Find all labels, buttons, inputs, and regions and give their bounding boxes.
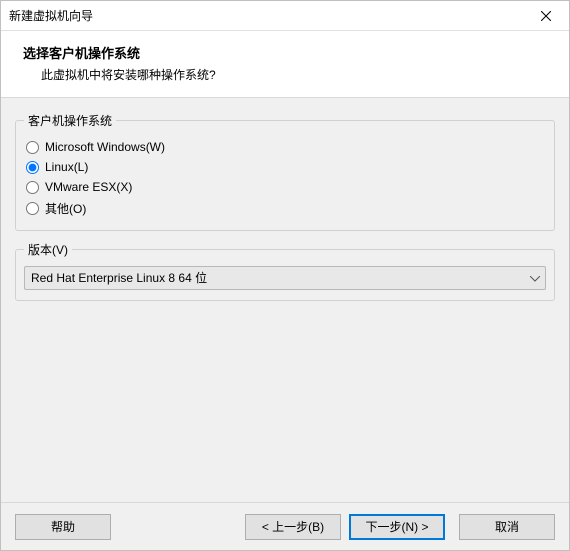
close-button[interactable]: [531, 3, 561, 29]
radio-option-linux[interactable]: Linux(L): [24, 157, 546, 177]
radio-input-other[interactable]: [26, 202, 39, 215]
radio-input-linux[interactable]: [26, 161, 39, 174]
radio-option-other[interactable]: 其他(O): [24, 197, 546, 220]
version-select-wrap: Red Hat Enterprise Linux 8 64 位: [24, 266, 546, 290]
radio-label-linux: Linux(L): [45, 160, 88, 174]
version-legend: 版本(V): [24, 241, 72, 258]
window-title: 新建虚拟机向导: [9, 7, 531, 24]
radio-input-windows[interactable]: [26, 141, 39, 154]
radio-option-esx[interactable]: VMware ESX(X): [24, 177, 546, 197]
radio-input-esx[interactable]: [26, 181, 39, 194]
back-button[interactable]: < 上一步(B): [245, 514, 341, 540]
wizard-window: 新建虚拟机向导 选择客户机操作系统 此虚拟机中将安装哪种操作系统? 客户机操作系…: [0, 0, 570, 551]
guest-os-fieldset: 客户机操作系统 Microsoft Windows(W) Linux(L) VM…: [15, 112, 555, 231]
page-title: 选择客户机操作系统: [23, 43, 547, 62]
cancel-button[interactable]: 取消: [459, 514, 555, 540]
next-button[interactable]: 下一步(N) >: [349, 514, 445, 540]
page-subtitle: 此虚拟机中将安装哪种操作系统?: [23, 66, 547, 83]
version-select[interactable]: Red Hat Enterprise Linux 8 64 位: [24, 266, 546, 290]
help-button[interactable]: 帮助: [15, 514, 111, 540]
close-icon: [541, 11, 551, 21]
radio-label-other: 其他(O): [45, 200, 86, 217]
version-fieldset: 版本(V) Red Hat Enterprise Linux 8 64 位: [15, 241, 555, 301]
wizard-content: 客户机操作系统 Microsoft Windows(W) Linux(L) VM…: [1, 98, 569, 502]
guest-os-legend: 客户机操作系统: [24, 112, 116, 129]
wizard-button-bar: 帮助 < 上一步(B) 下一步(N) > 取消: [1, 502, 569, 550]
radio-label-esx: VMware ESX(X): [45, 180, 132, 194]
radio-label-windows: Microsoft Windows(W): [45, 140, 165, 154]
wizard-header: 选择客户机操作系统 此虚拟机中将安装哪种操作系统?: [1, 31, 569, 98]
titlebar: 新建虚拟机向导: [1, 1, 569, 31]
radio-option-windows[interactable]: Microsoft Windows(W): [24, 137, 546, 157]
